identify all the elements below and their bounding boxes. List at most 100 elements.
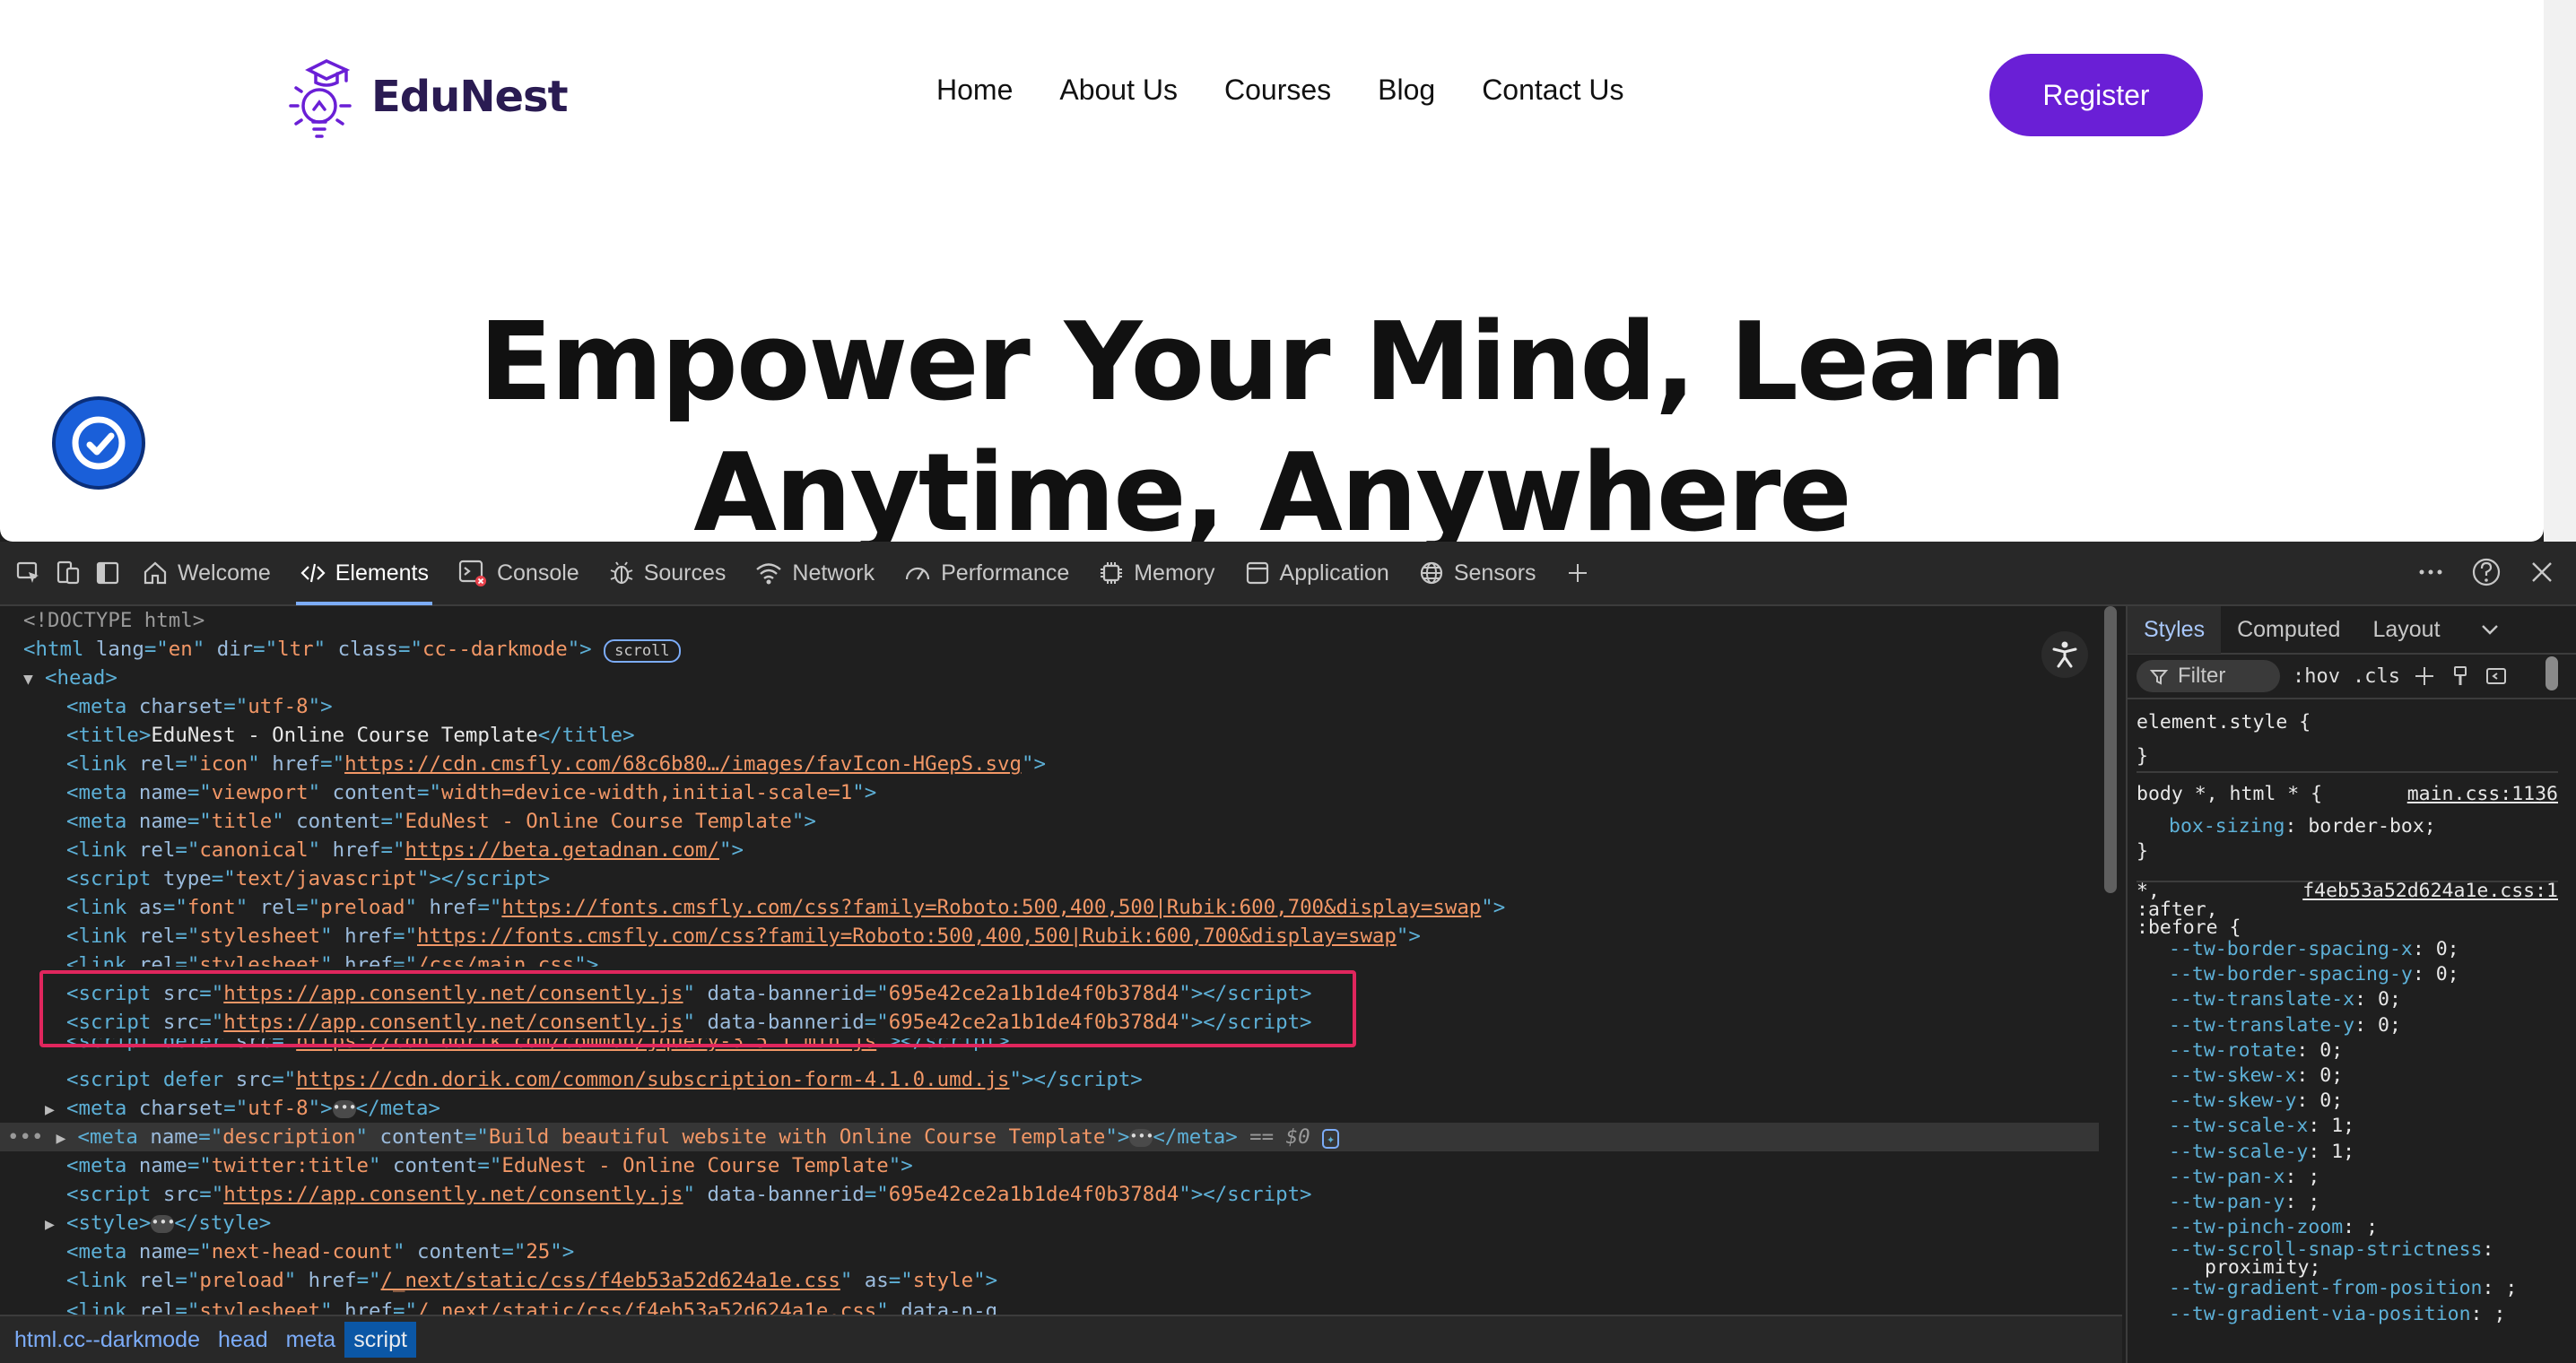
collapsed-content-icon[interactable]: ••• — [332, 1099, 357, 1118]
css-property-row[interactable]: --tw-border-spacing-x: 0; — [2137, 937, 2558, 962]
styles-scroll-thumb[interactable] — [2546, 656, 2558, 690]
tab-layout[interactable]: Layout — [2356, 606, 2456, 654]
elements-scroll-thumb[interactable] — [2104, 606, 2117, 893]
rule-element-style[interactable]: element.style { } — [2137, 710, 2558, 769]
paint-brush-icon[interactable] — [2449, 664, 2472, 688]
nav-contact-us[interactable]: Contact Us — [1482, 74, 1623, 107]
dom-line-link-main-css[interactable]: <link rel="stylesheet" href="/css/main.c… — [66, 951, 2099, 967]
tab-network[interactable]: Network — [740, 541, 889, 605]
stylesheet-2-link[interactable]: /_next/static/css/f4eb53a52d624a1e.css — [417, 1299, 876, 1315]
tab-computed[interactable]: Computed — [2221, 606, 2356, 654]
css-property-row[interactable]: --tw-gradient-from-position: ; — [2137, 1276, 2558, 1301]
dock-sidebar-icon[interactable] — [88, 553, 127, 593]
tab-application[interactable]: Application — [1230, 541, 1404, 605]
css-property-row[interactable]: --tw-pan-y: ; — [2137, 1190, 2558, 1215]
elements-scrollbar[interactable] — [2099, 606, 2122, 1315]
new-rule-icon[interactable] — [2413, 664, 2436, 688]
device-emulation-icon[interactable] — [48, 553, 88, 593]
nav-courses[interactable]: Courses — [1224, 74, 1331, 107]
tab-console[interactable]: Console — [443, 541, 594, 605]
row-ellipsis-icon[interactable]: ••• — [0, 1125, 43, 1149]
breadcrumb-html[interactable]: html.cc--darkmode — [5, 1322, 209, 1358]
dom-line-script-type[interactable]: <script type="text/javascript"></script> — [66, 864, 2099, 893]
dom-line-meta-charset-2[interactable]: ▶ <meta charset="utf-8">•••</meta> — [45, 1094, 2099, 1123]
tab-memory[interactable]: Memory — [1083, 541, 1229, 605]
css-property-row[interactable]: --tw-translate-y: 0; — [2137, 1013, 2558, 1038]
css-property-row[interactable]: --tw-pan-x: ; — [2137, 1165, 2558, 1190]
css-property-row[interactable]: --tw-gradient-via-position: ; — [2137, 1302, 2558, 1327]
close-icon[interactable] — [2526, 554, 2558, 590]
dom-line-link-canonical[interactable]: <link rel="canonical" href="https://beta… — [66, 836, 2099, 864]
dom-line-consently-3[interactable]: <script src="https://app.consently.net/c… — [66, 1180, 2099, 1209]
cookie-consent-icon[interactable] — [52, 396, 145, 490]
dom-line-html[interactable]: <html lang="en" dir="ltr" class="cc--dar… — [23, 635, 2099, 664]
dom-line-style[interactable]: ▶ <style>•••</style> — [45, 1209, 2099, 1237]
cls-toggle[interactable]: .cls — [2353, 665, 2400, 688]
tab-styles[interactable]: Styles — [2128, 606, 2222, 654]
chevron-down-icon[interactable] — [2478, 618, 2502, 641]
css-property-row[interactable]: --tw-translate-x: 0; — [2137, 987, 2558, 1012]
dom-line-meta-title[interactable]: <meta name="title" content="EduNest - On… — [66, 807, 2099, 836]
favicon-link[interactable]: https://cdn.cmsfly.com/68c6b80…/images/f… — [344, 752, 1022, 776]
css-property-row[interactable]: --tw-border-spacing-y: 0; — [2137, 962, 2558, 987]
dom-line-link-preload[interactable]: <link rel="preload" href="/_next/static/… — [66, 1266, 2099, 1295]
expand-triangle-icon[interactable]: ▶ — [45, 1096, 66, 1124]
font-link[interactable]: https://fonts.cmsfly.com/css?family=Robo… — [501, 896, 1481, 919]
breadcrumb-meta[interactable]: meta — [277, 1322, 345, 1358]
dom-line-next-head-count[interactable]: <meta name="next-head-count" content="25… — [66, 1237, 2099, 1266]
nav-blog[interactable]: Blog — [1378, 74, 1435, 107]
copilot-icon[interactable]: ✦ — [1322, 1129, 1340, 1149]
nav-about-us[interactable]: About Us — [1059, 74, 1178, 107]
breadcrumb-head[interactable]: head — [209, 1322, 277, 1358]
main-css-link[interactable]: /css/main.css — [417, 953, 574, 967]
nav-home[interactable]: Home — [936, 74, 1013, 107]
rule-body-box-sizing[interactable]: body *, html * { main.css:1136 box-sizin… — [2137, 782, 2558, 864]
more-options-icon[interactable] — [2415, 554, 2447, 590]
tab-performance[interactable]: Performance — [889, 541, 1083, 605]
css-property-row[interactable]: --tw-scroll-snap-strictness: — [2137, 1240, 2558, 1260]
tab-welcome[interactable]: Welcome — [127, 541, 285, 605]
css-property-row[interactable]: proximity; — [2137, 1258, 2558, 1278]
dom-line-link-font[interactable]: <link as="font" rel="preload" href="http… — [66, 893, 2099, 922]
css-property-row[interactable]: --tw-skew-x: 0; — [2137, 1063, 2558, 1089]
collapsed-content-icon[interactable]: ••• — [151, 1214, 175, 1233]
expand-triangle-icon[interactable]: ▶ — [56, 1124, 77, 1153]
dom-line-link-stylesheet-2[interactable]: <link rel="stylesheet" href="/_next/stat… — [66, 1297, 2099, 1315]
collapsed-content-icon[interactable]: ••• — [1129, 1128, 1153, 1147]
consently-src-link-3[interactable]: https://app.consently.net/consently.js — [223, 1183, 683, 1206]
preload-link[interactable]: /_next/static/css/f4eb53a52d624a1e.css — [381, 1269, 840, 1292]
dom-line-link-stylesheet[interactable]: <link rel="stylesheet" href="https://fon… — [66, 922, 2099, 951]
inspect-element-icon[interactable] — [9, 553, 48, 593]
tab-sensors[interactable]: Sensors — [1404, 541, 1551, 605]
hov-toggle[interactable]: :hov — [2293, 665, 2340, 688]
dom-line-twitter-title[interactable]: <meta name="twitter:title" content="EduN… — [66, 1151, 2099, 1180]
universal-rule-source-link[interactable]: f4eb53a52d624a1e.css:1 — [2302, 881, 2558, 901]
dom-line-head[interactable]: ▼ <head> — [23, 664, 2099, 692]
tab-elements[interactable]: Elements — [285, 541, 443, 605]
expand-triangle-icon[interactable]: ▼ — [23, 665, 45, 694]
dom-line-title[interactable]: <title>EduNest - Online Course Template<… — [66, 721, 2099, 750]
page-scrollbar[interactable] — [2544, 0, 2576, 542]
tab-sources[interactable]: Sources — [594, 541, 741, 605]
help-icon[interactable] — [2470, 554, 2502, 590]
css-property-row[interactable]: --tw-scale-y: 1; — [2137, 1140, 2558, 1165]
dom-line-meta-description-selected[interactable]: ••• ▶ <meta name="description" content="Bu… — [0, 1123, 2099, 1151]
accessibility-tree-icon[interactable] — [2041, 631, 2088, 678]
scroll-badge[interactable]: scroll — [604, 639, 681, 663]
expand-triangle-icon[interactable]: ▶ — [45, 1211, 66, 1239]
register-button[interactable]: Register — [1989, 54, 2203, 136]
dom-line-link-icon[interactable]: <link rel="icon" href="https://cdn.cmsfl… — [66, 750, 2099, 778]
canonical-link[interactable]: https://beta.getadnan.com/ — [405, 838, 720, 862]
css-property-row[interactable]: --tw-scale-x: 1; — [2137, 1114, 2558, 1139]
dom-line-meta-charset[interactable]: <meta charset="utf-8"> — [66, 692, 2099, 721]
dom-line-meta-viewport[interactable]: <meta name="viewport" content="width=dev… — [66, 778, 2099, 807]
stylesheet-link[interactable]: https://fonts.cmsfly.com/css?family=Robo… — [417, 925, 1397, 948]
dom-line-subscription[interactable]: <script defer src="https://cdn.dorik.com… — [66, 1065, 2099, 1094]
rule-universal[interactable]: *, f4eb53a52d624a1e.css:1 :after, :befor… — [2137, 881, 2558, 1327]
add-tab-button[interactable] — [1551, 541, 1605, 605]
dom-line-doctype[interactable]: <!DOCTYPE html> — [23, 606, 2099, 635]
elements-tree[interactable]: <!DOCTYPE html> <html lang="en" dir="ltr… — [0, 606, 2099, 1315]
css-property-row[interactable]: --tw-pinch-zoom: ; — [2137, 1215, 2558, 1240]
css-property-row[interactable]: --tw-rotate: 0; — [2137, 1038, 2558, 1063]
styles-filter-input[interactable]: Filter — [2137, 660, 2280, 692]
